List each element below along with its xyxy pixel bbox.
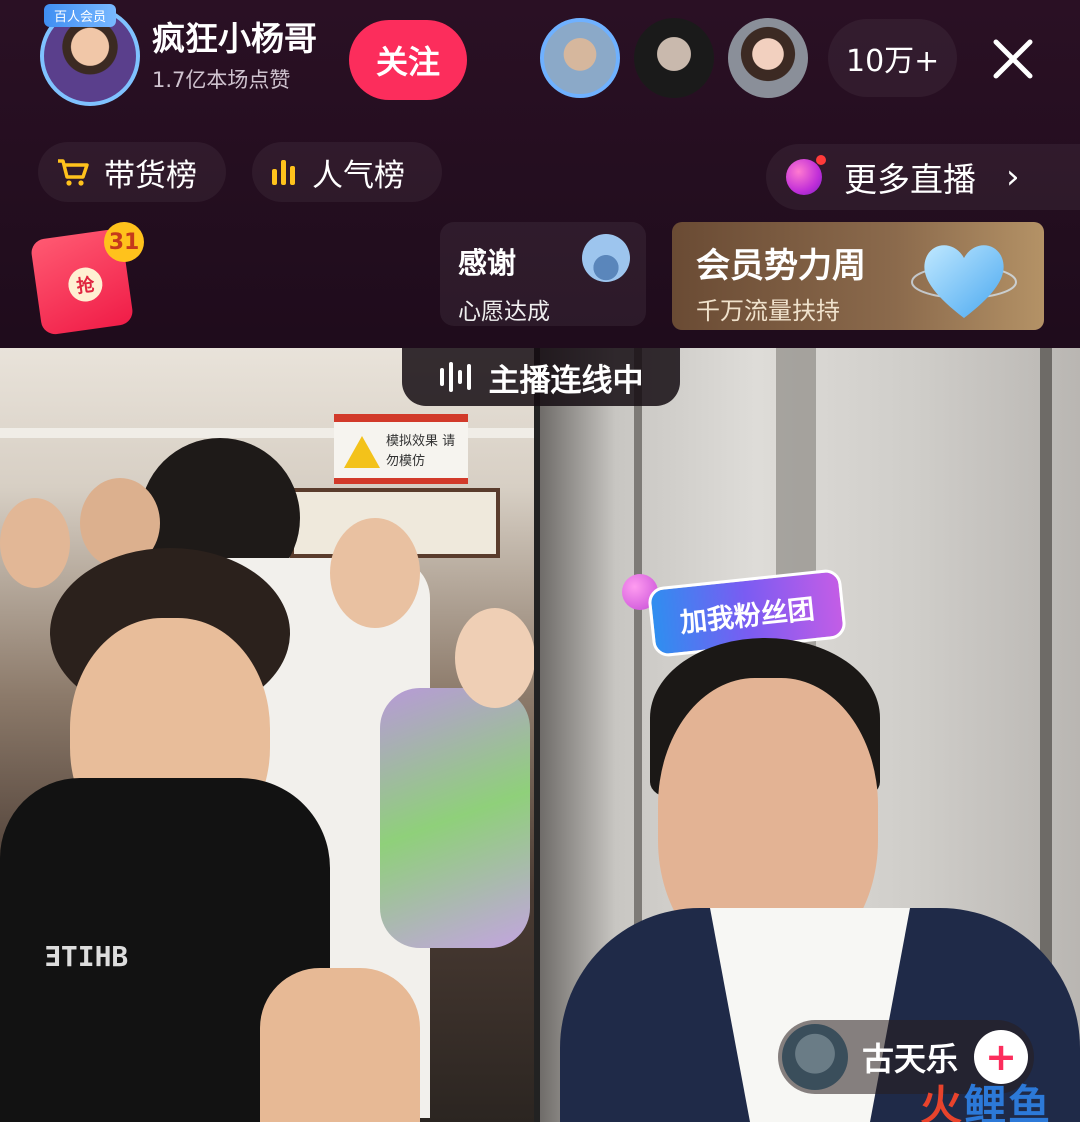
- popularity-rank-button[interactable]: 人气榜: [252, 142, 442, 202]
- more-live-button[interactable]: 更多直播 ›: [766, 144, 1080, 210]
- live-ball-icon: [786, 155, 826, 195]
- close-icon[interactable]: [990, 36, 1036, 82]
- red-packet-seal: 抢: [66, 265, 105, 304]
- viewer-count[interactable]: 10万+: [828, 19, 958, 97]
- heart-icon: [911, 245, 1017, 318]
- viewer-avatar[interactable]: [540, 18, 620, 98]
- member-badge: 百人会员: [44, 4, 117, 27]
- follow-button[interactable]: 关注: [349, 20, 467, 100]
- audio-bars-icon: [439, 360, 477, 394]
- wish-orb-icon: [582, 234, 630, 282]
- anchor-text: 疯狂小杨哥 1.7亿本场点赞: [152, 18, 317, 94]
- sales-rank-label: 带货榜: [104, 157, 197, 194]
- anchor-avatar-wrap[interactable]: 百人会员: [40, 4, 140, 106]
- red-packet-count-badge: 31: [104, 222, 144, 262]
- viewer-avatar[interactable]: [634, 18, 714, 98]
- person-face: [330, 518, 420, 628]
- watermark-logo: 火鲤鱼: [920, 1072, 1052, 1122]
- guest-avatar[interactable]: [782, 1024, 848, 1090]
- person-tie-dye: [380, 688, 530, 948]
- popularity-rank-label: 人气榜: [312, 157, 405, 194]
- member-week-banner[interactable]: 会员势力周 千万流量扶持: [672, 222, 1044, 330]
- anchor-name: 疯狂小杨哥: [152, 19, 317, 58]
- warning-icon: [344, 436, 380, 468]
- live-room: 百人会员 疯狂小杨哥 1.7亿本场点赞 关注 10万+ 带货榜 人气榜 更多直播…: [0, 0, 1080, 1122]
- viewer-list: 10万+: [540, 18, 958, 98]
- more-live-label: 更多直播: [844, 160, 976, 199]
- warning-sign: 模拟效果 请勿模仿: [334, 414, 468, 484]
- shirt-logo: ƎTIHB: [44, 940, 129, 973]
- viewer-avatar[interactable]: [728, 18, 808, 98]
- linking-status-label: 主播连线中: [488, 362, 644, 399]
- cart-icon: [56, 157, 90, 187]
- warning-sign-text: 模拟效果 请勿模仿: [386, 434, 456, 469]
- wish-subtitle: 心愿达成: [458, 299, 550, 325]
- bar-chart-icon: [270, 157, 298, 187]
- anchor-arm: [260, 968, 420, 1122]
- person-face: [0, 498, 70, 588]
- watermark-part2: 鲤鱼: [964, 1081, 1053, 1122]
- sales-rank-button[interactable]: 带货榜: [38, 142, 226, 202]
- anchor-likes: 1.7亿本场点赞: [152, 68, 291, 92]
- person-face: [455, 608, 534, 708]
- guest-video[interactable]: 加我粉丝团: [540, 348, 1080, 1122]
- anchor-info-block[interactable]: 百人会员 疯狂小杨哥 1.7亿本场点赞: [40, 4, 317, 106]
- anchor-video[interactable]: 模拟效果 请勿模仿 ƎTIHB: [0, 348, 534, 1122]
- watermark-part1: 火: [920, 1081, 965, 1122]
- linking-status: 主播连线中: [402, 348, 680, 406]
- chevron-right-icon: ›: [1006, 157, 1020, 197]
- wish-card[interactable]: 感谢 心愿达成: [440, 222, 646, 326]
- video-area[interactable]: 模拟效果 请勿模仿 ƎTIHB 加我粉丝团: [0, 348, 1080, 1122]
